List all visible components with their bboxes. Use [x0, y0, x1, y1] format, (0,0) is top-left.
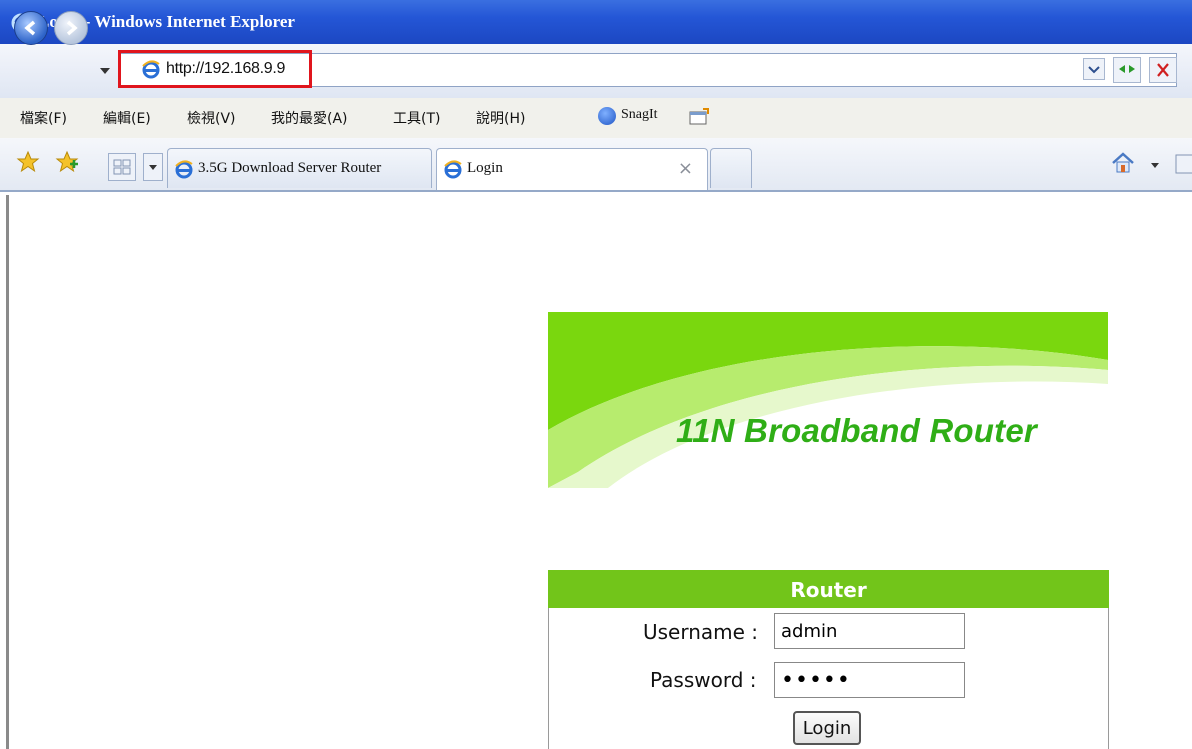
- router-banner: [548, 312, 1108, 488]
- snagit-button-label[interactable]: SnagIt: [621, 107, 658, 123]
- menu-bar: 檔案(F) 編輯(E) 檢視(V) 我的最愛(A) 工具(T) 說明(H): [0, 98, 1192, 139]
- add-favorites-icon[interactable]: [55, 150, 79, 174]
- ie-page-icon: [175, 160, 193, 179]
- page-border: [6, 195, 9, 749]
- stop-button[interactable]: [1149, 57, 1177, 83]
- password-label: Password :: [650, 668, 757, 692]
- forward-button[interactable]: [54, 11, 88, 45]
- chevron-down-icon: [149, 165, 157, 170]
- ie-page-icon: [444, 160, 462, 179]
- menu-file[interactable]: 檔案(F): [20, 108, 67, 128]
- login-button[interactable]: Login: [793, 711, 861, 745]
- banner-title: 11N Broadband Router: [676, 412, 1037, 449]
- username-input[interactable]: [774, 613, 965, 649]
- snagit-capture-icon[interactable]: [688, 108, 710, 126]
- menu-favorites[interactable]: 我的最愛(A): [271, 108, 348, 128]
- feeds-icon[interactable]: [1173, 152, 1192, 176]
- tab-label: Login: [467, 160, 503, 176]
- window-titlebar: Login - Windows Internet Explorer: [0, 0, 1192, 44]
- chevron-down-icon: [1088, 66, 1100, 74]
- menu-view[interactable]: 檢視(V): [187, 108, 236, 128]
- forward-icon: [66, 20, 78, 36]
- menu-tools[interactable]: 工具(T): [393, 108, 440, 128]
- menu-edit[interactable]: 編輯(E): [103, 108, 151, 128]
- tab-login[interactable]: Login ×: [436, 148, 708, 190]
- close-tab-icon[interactable]: ×: [678, 158, 693, 179]
- tab-list-button[interactable]: [143, 153, 163, 181]
- refresh-icon: [1119, 65, 1135, 73]
- address-highlight-box: [118, 50, 312, 88]
- new-tab-button[interactable]: [710, 148, 752, 188]
- banner-swoosh-graphic: [548, 312, 1108, 488]
- favorites-star-icon[interactable]: [16, 150, 40, 174]
- snagit-icon[interactable]: [598, 107, 616, 125]
- login-panel-title: Router: [790, 578, 867, 602]
- quick-tabs-icon: [113, 159, 131, 175]
- stop-icon: [1157, 63, 1169, 77]
- tab-3-5g-router[interactable]: 3.5G Download Server Router: [167, 148, 432, 188]
- tab-label: 3.5G Download Server Router: [198, 160, 382, 176]
- username-label: Username :: [643, 620, 759, 644]
- menu-help[interactable]: 說明(H): [476, 108, 525, 128]
- back-button[interactable]: [14, 11, 48, 45]
- home-dropdown[interactable]: [1151, 163, 1159, 168]
- back-icon: [24, 20, 36, 36]
- address-dropdown-button[interactable]: [1083, 58, 1105, 80]
- history-dropdown[interactable]: [100, 68, 110, 74]
- refresh-button[interactable]: [1113, 57, 1141, 83]
- password-input[interactable]: [774, 662, 965, 698]
- quick-tabs-button[interactable]: [108, 153, 136, 181]
- home-icon[interactable]: [1110, 150, 1136, 176]
